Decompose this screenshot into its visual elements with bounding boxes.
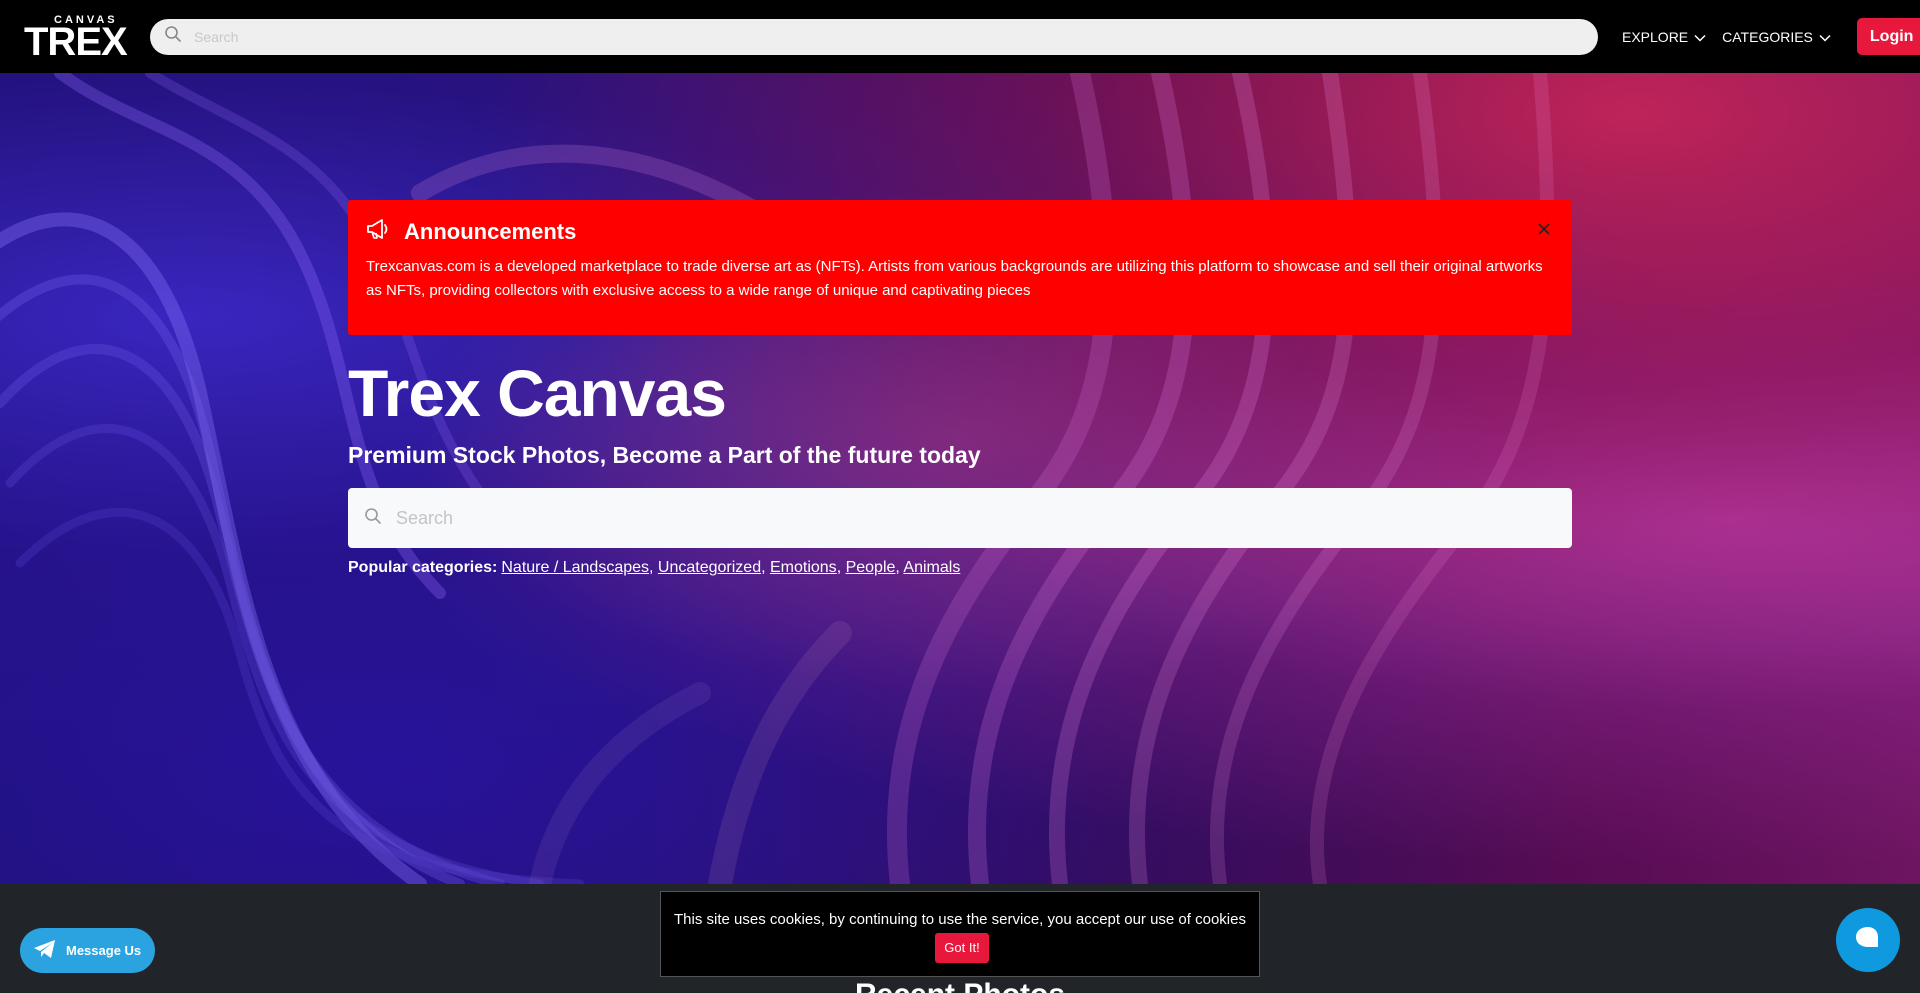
telegram-icon — [33, 939, 57, 962]
hero-search-input[interactable] — [396, 507, 1556, 529]
category-link-nature-landscapes[interactable]: Nature / Landscapes — [501, 559, 649, 576]
category-link-animals[interactable]: Animals — [903, 559, 960, 576]
announcement-body: Trexcanvas.com is a developed marketplac… — [366, 258, 1543, 299]
abstract-waves-background — [0, 73, 1555, 884]
announcement-banner: Announcements Trexcanvas.com is a develo… — [348, 200, 1572, 335]
cookie-consent-banner: This site uses cookies, by continuing to… — [660, 891, 1260, 977]
explore-label: EXPLORE — [1622, 28, 1689, 45]
category-link-emotions[interactable]: Emotions — [770, 559, 837, 576]
navbar-search-input[interactable] — [194, 28, 1584, 45]
search-icon — [164, 25, 182, 48]
chat-bubble-icon — [1854, 925, 1882, 956]
megaphone-icon — [366, 218, 392, 245]
page-title: Trex Canvas — [348, 356, 727, 430]
explore-dropdown[interactable]: EXPLORE — [1622, 29, 1706, 45]
navbar-search[interactable] — [150, 18, 1598, 55]
nav-menu: EXPLORE CATEGORIES Login — [1622, 18, 1920, 55]
category-link-uncategorized[interactable]: Uncategorized — [658, 559, 761, 576]
chevron-down-icon — [1694, 29, 1706, 45]
chat-widget-button[interactable] — [1836, 908, 1900, 972]
categories-label: CATEGORIES — [1722, 28, 1813, 45]
categories-dropdown[interactable]: CATEGORIES — [1722, 29, 1831, 45]
message-us-button[interactable]: Message Us — [20, 928, 155, 973]
popular-categories-label: Popular categories: — [348, 559, 498, 576]
top-navbar: CANVAS TREX EXPLORE CATEGORIES Login — [0, 0, 1920, 73]
announcement-header: Announcements — [366, 218, 1554, 245]
hero-section: Announcements Trexcanvas.com is a develo… — [0, 73, 1920, 884]
login-button[interactable]: Login — [1856, 18, 1920, 55]
chevron-down-icon — [1819, 29, 1831, 45]
accept-cookies-button[interactable]: Got It! — [935, 933, 989, 963]
announcement-title: Announcements — [404, 218, 577, 244]
popular-categories: Popular categories: Nature / Landscapes, … — [348, 559, 961, 576]
search-icon — [364, 507, 382, 530]
recent-photos-heading: Recent Photos — [0, 978, 1920, 993]
close-icon[interactable] — [1538, 222, 1550, 240]
logo-big-text: TREX — [24, 19, 128, 64]
cookie-text: This site uses cookies, by continuing to… — [674, 911, 1246, 928]
hero-search[interactable] — [348, 488, 1572, 548]
page-subtitle: Premium Stock Photos, Become a Part of t… — [348, 442, 981, 468]
message-us-label: Message Us — [66, 943, 142, 958]
category-link-people[interactable]: People — [846, 559, 896, 576]
trex-canvas-logo[interactable]: CANVAS TREX — [24, 14, 136, 64]
